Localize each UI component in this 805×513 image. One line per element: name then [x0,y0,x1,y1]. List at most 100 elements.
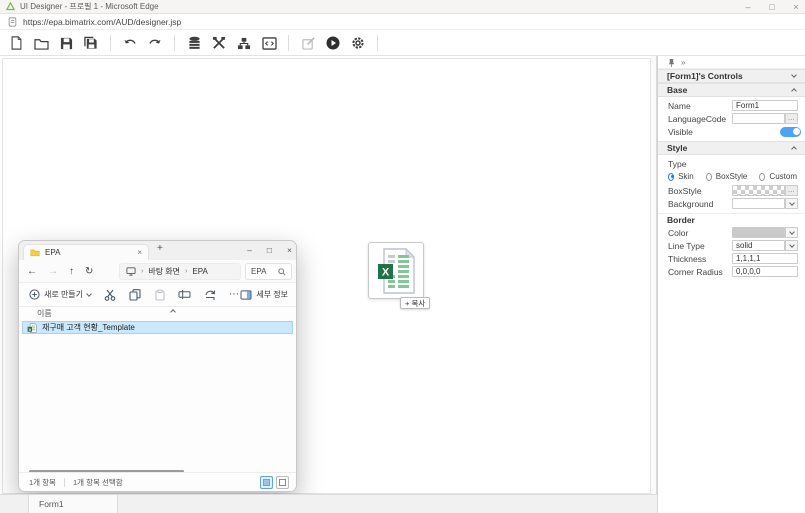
controls-header-label: [Form1]'s Controls [667,71,743,81]
border-subsection-title: Border [658,213,805,226]
language-code-row: LanguageCode … [658,112,805,125]
code-view-icon[interactable] [261,35,277,51]
new-item-label: 새로 만들기 [44,289,83,300]
border-color-row: Color [658,226,805,239]
close-icon[interactable]: × [287,245,292,255]
boxstyle-swatch[interactable] [732,185,785,196]
collapse-panel-icon[interactable]: » [681,58,685,67]
minimize-icon[interactable]: – [743,2,753,12]
excel-file-icon: X [27,323,37,333]
minimize-icon[interactable]: – [247,245,252,255]
save-icon[interactable] [58,35,74,51]
name-input[interactable]: Form1 [732,100,798,111]
item-count-label: 1개 항목 [29,477,56,488]
radio-boxstyle[interactable] [706,173,712,181]
file-row-selected[interactable]: X 재구매 고객 현황_Template [22,321,293,334]
corner-radius-input[interactable]: 0,0,0,0 [732,266,798,277]
build-tools-icon[interactable] [211,35,227,51]
sort-ascending-icon [170,309,176,315]
paste-icon[interactable] [153,288,166,301]
chevron-up-icon [791,88,797,94]
forward-icon[interactable]: → [48,266,58,277]
language-code-input[interactable] [732,113,785,124]
svg-text:X: X [28,326,31,331]
url-text[interactable]: https://epa.bimatrix.com/AUD/designer.js… [23,17,181,27]
name-row: Name Form1 [658,99,805,112]
refresh-icon[interactable]: ↻ [85,266,93,277]
radio-custom[interactable] [759,173,765,181]
site-info-icon[interactable] [8,17,17,27]
new-item-button[interactable]: 새로 만들기 [29,289,91,300]
radio-boxstyle-label: BoxStyle [716,172,748,181]
up-icon[interactable]: ↑ [69,266,74,277]
chevron-down-icon [789,200,795,206]
column-header-name[interactable]: 이름 [37,308,52,319]
cut-icon[interactable] [103,288,116,301]
thickness-input[interactable]: 1,1,1,1 [732,253,798,264]
drag-ghost-file[interactable]: X [368,242,424,299]
ellipsis-icon: … [788,187,796,194]
background-input[interactable] [732,198,785,209]
file-explorer-window: EPA × + – □ × ← → ↑ ↻ › 바탕 화면 › EPA [18,240,297,492]
language-code-browse-button[interactable]: … [785,113,798,124]
boxstyle-label: BoxStyle [668,186,702,196]
open-folder-icon[interactable] [33,35,49,51]
radio-skin[interactable] [668,173,674,181]
visible-toggle[interactable] [780,127,801,137]
background-dropdown-button[interactable] [785,198,798,209]
rename-icon[interactable] [178,288,191,301]
maximize-icon[interactable]: □ [267,245,272,255]
chevron-down-icon [789,229,795,235]
type-label-row: Type [658,157,805,170]
new-tab-icon[interactable]: + [157,243,163,254]
border-color-swatch[interactable] [732,227,785,238]
search-input[interactable]: EPA [251,267,266,276]
save-all-icon[interactable] [83,35,99,51]
copy-icon[interactable] [128,288,141,301]
see-more-icon[interactable]: ⋯ [228,288,241,301]
dataset-icon[interactable] [186,35,202,51]
chevron-down-icon [791,72,797,78]
controls-header[interactable]: [Form1]'s Controls [658,69,805,83]
search-box[interactable]: EPA [245,263,292,280]
share-icon[interactable] [203,288,216,301]
border-color-dropdown-button[interactable] [785,227,798,238]
run-icon[interactable] [325,35,341,51]
border-label: Border [667,215,695,225]
toolbar-separator [110,35,111,51]
section-style[interactable]: Style [658,141,805,155]
settings-gear-icon[interactable] [350,35,366,51]
details-pane-button[interactable]: 세부 정보 [240,289,288,300]
edge-window: UI Designer - 프로필 1 - Microsoft Edge – □… [0,0,805,513]
large-icons-view-toggle[interactable] [276,476,289,489]
explorer-tab[interactable]: EPA × [23,244,149,260]
ellipsis-icon: … [788,115,796,122]
maximize-icon[interactable]: □ [767,2,777,12]
close-tab-icon[interactable]: × [137,248,142,257]
boxstyle-browse-button[interactable]: … [785,185,798,196]
edit-icon[interactable] [300,35,316,51]
breadcrumb[interactable]: › 바탕 화면 › EPA [119,263,241,280]
pin-icon[interactable] [668,58,675,67]
redo-icon[interactable] [147,35,163,51]
properties-panel: » [Form1]'s Controls Base Name Form1 Lan… [657,56,805,513]
breadcrumb-desktop[interactable]: 바탕 화면 [148,266,180,277]
new-file-icon[interactable] [8,35,24,51]
toolbar-separator [174,35,175,51]
chevron-up-icon [791,146,797,152]
hierarchy-icon[interactable] [236,35,252,51]
breadcrumb-separator: › [185,268,187,275]
back-icon[interactable]: ← [27,266,37,277]
type-options-row: Skin BoxStyle Custom [658,170,805,183]
section-base[interactable]: Base [658,83,805,97]
breadcrumb-current[interactable]: EPA [192,267,207,276]
line-type-select[interactable]: solid [732,240,785,251]
radio-custom-label: Custom [769,172,797,181]
line-type-dropdown-button[interactable] [785,240,798,251]
style-section-label: Style [667,143,687,153]
form1-tab[interactable]: Form1 [28,495,118,513]
details-view-toggle[interactable] [260,476,273,489]
url-bar[interactable]: https://epa.bimatrix.com/AUD/designer.js… [0,15,805,30]
close-icon[interactable]: × [791,2,801,12]
undo-icon[interactable] [122,35,138,51]
